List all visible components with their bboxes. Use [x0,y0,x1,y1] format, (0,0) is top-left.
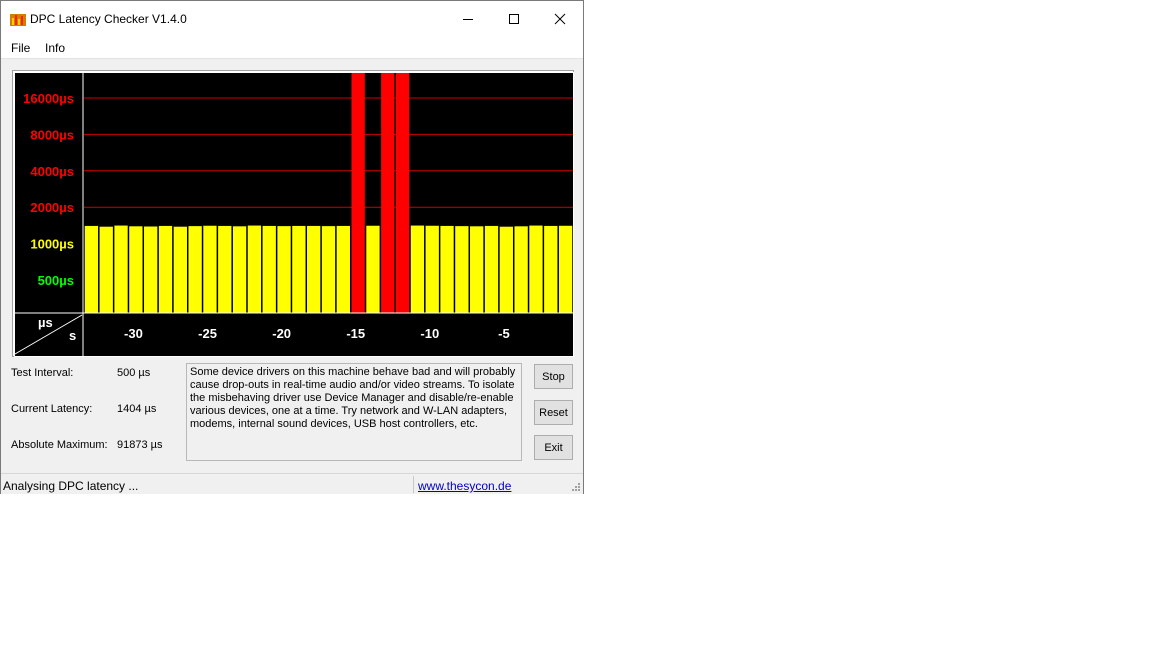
latency-bar [129,226,143,313]
latency-bar [99,226,113,313]
minimize-button[interactable] [445,1,491,36]
latency-bar [455,226,469,313]
stop-button[interactable]: Stop [534,364,573,389]
app-icon [10,14,26,26]
minimize-icon [463,18,473,20]
latency-chart: 16000µs8000µs4000µs2000µs1000µs500µs µs … [14,72,574,357]
latency-bar [247,225,262,313]
y-axis-unit-label: µs [38,315,53,330]
x-axis-unit-label: s [69,328,76,343]
latency-bar [470,226,484,313]
latency-bar [410,225,425,313]
latency-bar [336,225,350,313]
latency-bar [514,226,528,313]
absolute-maximum-value: 91873 µs [117,439,163,451]
latency-bar [499,226,513,313]
resize-grip-icon[interactable] [569,478,581,492]
latency-bar [351,73,365,313]
status-text: Analysing DPC latency ... [3,479,139,493]
close-icon [554,13,566,24]
x-tick-label: -30 [124,326,143,341]
window-title: DPC Latency Checker V1.4.0 [30,12,187,26]
menu-info[interactable]: Info [45,41,65,55]
status-bar: Analysing DPC latency ... www.thesycon.d… [1,473,583,494]
x-tick-label: -20 [272,326,291,341]
menu-file[interactable]: File [11,41,30,55]
latency-chart-frame: 16000µs 8000µs 4000µs 2000µs 1000µs 500µs µs … [12,70,574,357]
current-latency-label: Current Latency: [11,403,93,415]
latency-bar [381,73,395,313]
latency-bar [529,225,543,313]
latency-bar [307,225,321,313]
exit-button[interactable]: Exit [534,435,573,460]
current-latency-value: 1404 µs [117,403,157,415]
status-separator [413,476,414,493]
x-tick-label: -5 [498,326,510,341]
close-button[interactable] [537,1,583,36]
y-tick-label: 500µs [38,273,74,288]
latency-bar [425,225,439,313]
latency-bar [218,225,232,313]
app-window: DPC Latency Checker V1.4.0 File Info 160… [0,0,584,494]
latency-bar [188,226,202,313]
x-tick-label: -15 [346,326,365,341]
latency-bar [292,225,306,313]
title-bar[interactable]: DPC Latency Checker V1.4.0 [1,1,583,36]
y-tick-label: 16000µs [23,91,74,106]
latency-bar [484,225,499,313]
chart-background [15,73,573,356]
reset-button[interactable]: Reset [534,400,573,425]
diagnosis-message: Some device drivers on this machine beha… [186,363,522,461]
y-tick-label: 1000µs [30,237,74,252]
latency-bar [366,225,380,313]
test-interval-label: Test Interval: [11,367,74,379]
latency-bar [277,226,291,313]
x-tick-label: -10 [420,326,439,341]
latency-bar [440,225,454,313]
absolute-maximum-label: Absolute Maximum: [11,439,108,451]
latency-bar [544,225,558,313]
latency-bar [321,226,336,313]
maximize-icon [509,13,519,24]
y-tick-label: 2000µs [30,200,74,215]
x-tick-label: -25 [198,326,217,341]
latency-bar [84,225,99,313]
latency-bar [262,225,276,313]
y-tick-label: 4000µs [30,164,74,179]
latency-bar [158,225,173,313]
y-tick-label: 8000µs [30,127,74,142]
test-interval-value: 500 µs [117,367,151,379]
maximize-button[interactable] [491,1,537,36]
latency-bar [558,225,573,313]
website-link[interactable]: www.thesycon.de [418,479,511,493]
latency-bar [203,225,217,313]
latency-bar [395,73,410,313]
latency-bar [173,226,187,313]
latency-bar [144,226,158,313]
menu-bar: File Info [1,36,583,59]
latency-bar [114,225,128,313]
latency-bar [232,226,247,313]
